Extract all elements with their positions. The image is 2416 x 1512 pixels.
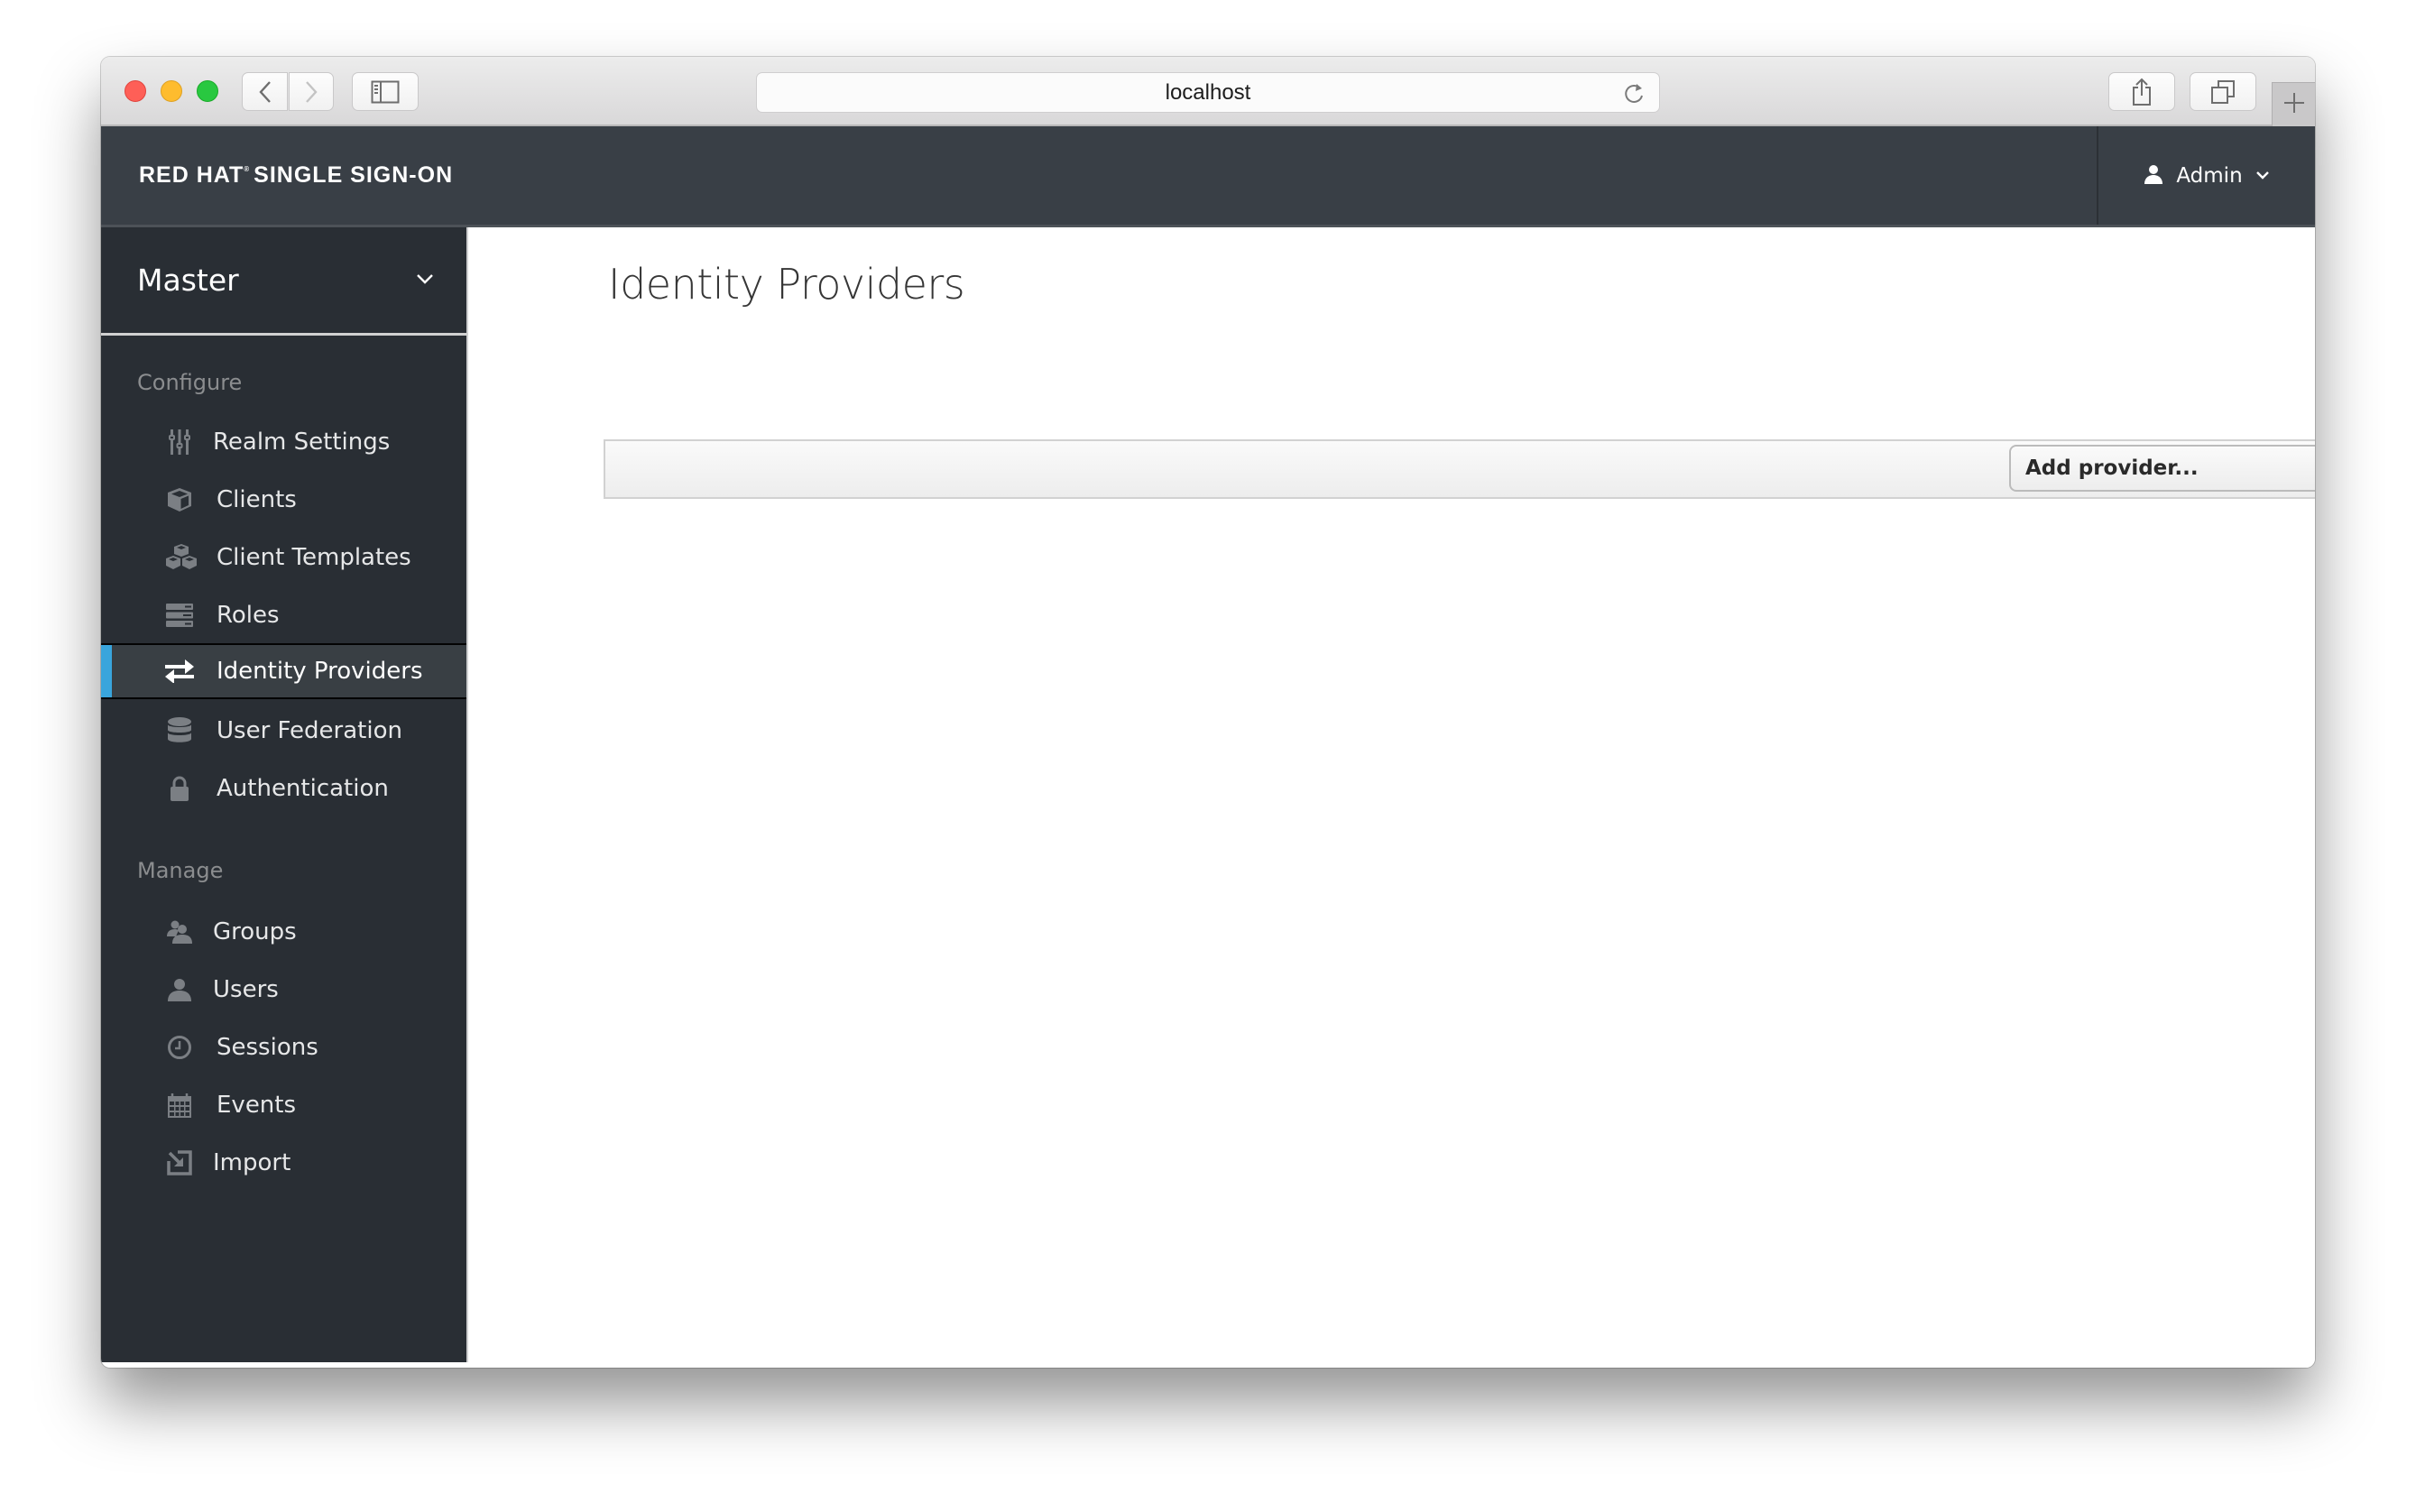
add-provider-selected-value: Add provider...: [2025, 456, 2199, 480]
providers-toolbar: Add provider...: [604, 439, 2315, 499]
user-icon: [164, 974, 195, 1005]
lock-icon: [164, 773, 195, 804]
brand-main: RED HAT: [139, 162, 244, 188]
forward-button[interactable]: [289, 72, 334, 111]
realm-selector[interactable]: Master: [101, 227, 466, 336]
sidebar-item-identity-providers[interactable]: Identity Providers: [101, 643, 466, 699]
chevron-down-icon: [416, 272, 434, 289]
zoom-window-button[interactable]: [197, 80, 218, 102]
sidebar-item-label: Import: [213, 1149, 291, 1176]
realm-name: Master: [137, 263, 239, 298]
exchange-icon: [164, 656, 195, 687]
share-button[interactable]: [2108, 72, 2175, 111]
sidebar-item-clients[interactable]: Clients: [101, 472, 466, 528]
section-manage: Manage: [137, 858, 224, 883]
back-button[interactable]: [242, 72, 288, 111]
sidebar-nav: Master Configure Realm Settings Clients …: [101, 227, 468, 1362]
users-icon: [164, 917, 195, 947]
tab-overview-button[interactable]: [2190, 72, 2256, 111]
cubes-icon: [164, 542, 198, 573]
sidebar-item-roles[interactable]: Roles: [101, 587, 466, 643]
user-icon: [2144, 164, 2163, 188]
sidebar-icon: [371, 80, 400, 104]
section-configure: Configure: [137, 370, 243, 395]
sidebar-item-label: Identity Providers: [217, 658, 423, 685]
sidebar-item-label: User Federation: [217, 717, 402, 744]
sidebar-toggle-button[interactable]: [352, 72, 419, 111]
close-window-button[interactable]: [124, 80, 146, 102]
share-icon: [2131, 78, 2153, 106]
sidebar-item-label: Realm Settings: [213, 429, 391, 456]
cube-icon: [164, 484, 195, 515]
sidebar-item-realm-settings[interactable]: Realm Settings: [101, 414, 466, 470]
app-header: RED HAT® SINGLE SIGN-ON Admin: [101, 126, 2315, 227]
user-menu[interactable]: Admin: [2097, 126, 2315, 225]
sidebar-item-label: Groups: [213, 918, 297, 945]
tabs-icon: [2210, 79, 2236, 105]
browser-window: localhost RED HAT® SINGLE SIGN-ON Admin …: [101, 57, 2315, 1368]
page-title: Identity Providers: [608, 260, 965, 309]
brand-logo[interactable]: RED HAT® SINGLE SIGN-ON: [139, 162, 453, 189]
sidebar-item-user-federation[interactable]: User Federation: [101, 703, 466, 759]
sidebar-item-label: Users: [213, 976, 279, 1003]
sidebar-item-label: Authentication: [217, 775, 389, 802]
sidebar-item-events[interactable]: Events: [101, 1077, 466, 1133]
import-icon: [164, 1148, 195, 1178]
url-text: localhost: [1165, 79, 1251, 105]
add-provider-select[interactable]: Add provider...: [2009, 445, 2315, 492]
sidebar-item-label: Client Templates: [217, 544, 411, 571]
minimize-window-button[interactable]: [161, 80, 182, 102]
address-bar[interactable]: localhost: [756, 72, 1660, 113]
sidebar-item-label: Clients: [217, 486, 297, 513]
chevron-left-icon: [258, 80, 272, 104]
sidebar-item-authentication[interactable]: Authentication: [101, 761, 466, 816]
calendar-icon: [164, 1090, 195, 1120]
sidebar-item-label: Sessions: [217, 1034, 318, 1061]
sidebar-item-label: Events: [217, 1092, 297, 1119]
server-icon: [164, 600, 195, 631]
reload-icon[interactable]: [1623, 81, 1646, 110]
main-content: Identity Providers Add provider...: [470, 227, 2315, 1368]
sliders-icon: [164, 427, 195, 457]
sidebar-item-groups[interactable]: Groups: [101, 904, 466, 960]
new-tab-button[interactable]: [2272, 82, 2315, 126]
sidebar-item-sessions[interactable]: Sessions: [101, 1019, 466, 1075]
sidebar-item-client-templates[interactable]: Client Templates: [101, 530, 466, 585]
chevron-down-icon: [2255, 167, 2270, 184]
browser-titlebar: localhost: [101, 57, 2315, 126]
user-name: Admin: [2176, 163, 2243, 188]
registered-mark: ®: [244, 165, 251, 173]
sidebar-item-label: Roles: [217, 602, 280, 629]
database-icon: [164, 715, 195, 746]
clock-icon: [164, 1032, 195, 1063]
sidebar-item-users[interactable]: Users: [101, 962, 466, 1018]
plus-icon: [2283, 92, 2305, 117]
sidebar-item-import[interactable]: Import: [101, 1135, 466, 1191]
brand-sub: SINGLE SIGN-ON: [254, 162, 454, 188]
chevron-right-icon: [304, 80, 318, 104]
